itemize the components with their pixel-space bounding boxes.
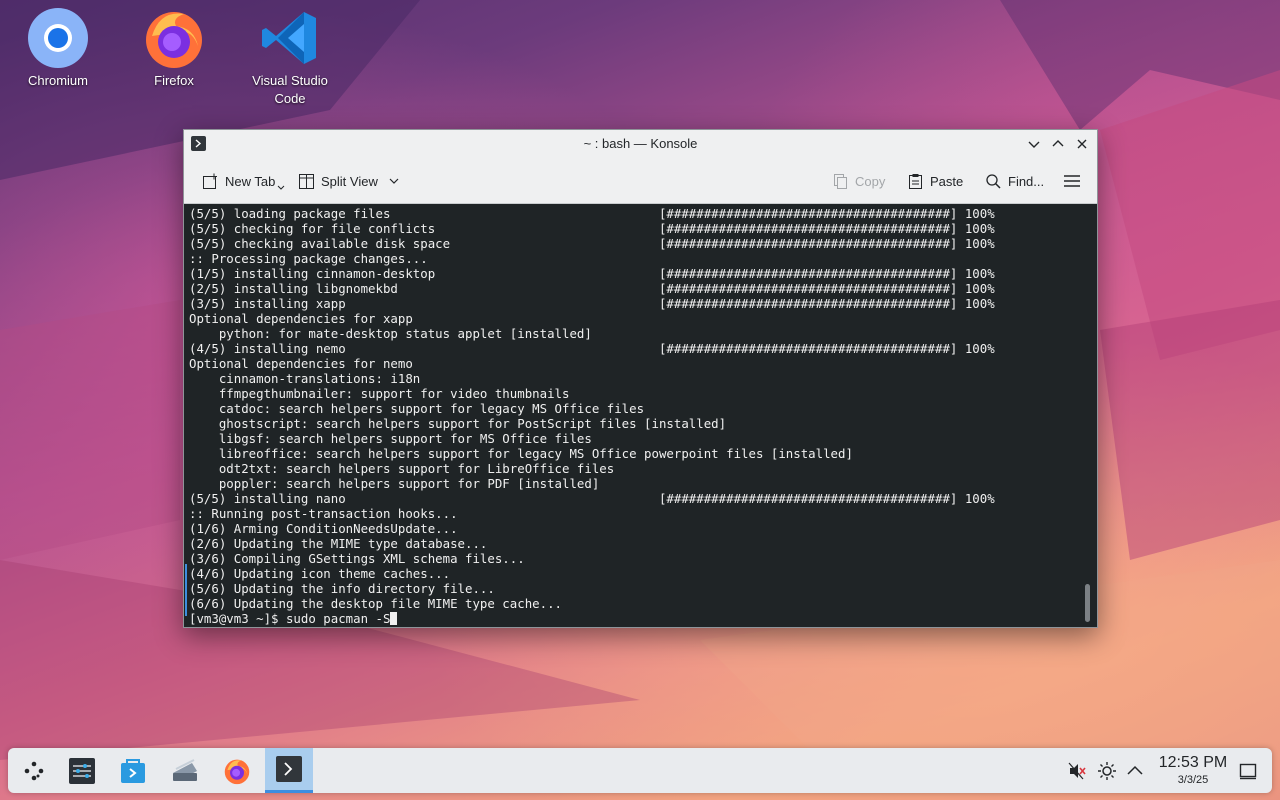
terminal-line: (4/6) Updating icon theme caches... — [189, 566, 451, 581]
discover-store-icon — [121, 758, 145, 783]
terminal-line: poppler: search helpers support for PDF … — [218, 476, 600, 491]
terminal-line: :: Processing package changes... — [189, 251, 428, 266]
taskbar-file-manager[interactable] — [161, 748, 209, 793]
terminal-line: (2/6) Updating the MIME type database... — [189, 536, 488, 551]
hamburger-menu-icon — [1064, 175, 1080, 187]
split-view-button[interactable]: Split View — [298, 170, 406, 192]
terminal-line: odt2txt: search helpers support for Libr… — [218, 461, 615, 476]
chevron-up-icon — [1052, 140, 1064, 147]
paste-label: Paste — [930, 173, 964, 189]
terminal-line: (5/6) Updating the info directory file..… — [189, 581, 495, 596]
application-launcher[interactable] — [10, 748, 58, 793]
chevron-down-icon — [389, 178, 399, 184]
digital-clock[interactable]: 12:53 PM 3/3/25 — [1152, 754, 1234, 788]
taskbar-system-settings[interactable] — [58, 748, 106, 793]
new-tab-label: New Tab — [225, 173, 276, 189]
terminal-line: (5/5) checking available disk space [###… — [189, 236, 995, 251]
terminal-line: :: Running post-transaction hooks... — [189, 506, 458, 521]
window-title: ~ : bash — Konsole — [583, 136, 698, 151]
terminal-scrollbar[interactable] — [1085, 584, 1090, 622]
terminal-line: (5/5) installing nano [#################… — [189, 491, 995, 506]
terminal-line: libgsf: search helpers support for MS Of… — [218, 431, 592, 446]
find-button[interactable]: Find... — [985, 170, 1044, 192]
chevron-down-icon — [277, 185, 285, 190]
terminal-line: (3/5) installing xapp [#################… — [189, 296, 995, 311]
terminal-view[interactable]: (5/5) loading package files [###########… — [184, 204, 1097, 627]
terminal-output: (5/5) loading package files [###########… — [189, 206, 995, 626]
terminal-line: libreoffice: search helpers support for … — [218, 446, 853, 461]
clock-date: 3/3/25 — [1177, 774, 1209, 786]
hamburger-menu-button[interactable] — [1063, 170, 1087, 192]
terminal-line: Optional dependencies for nemo — [189, 356, 413, 371]
copy-label: Copy — [855, 173, 886, 189]
show-desktop-icon — [1239, 763, 1257, 780]
desktop-icon-label: Firefox — [154, 73, 194, 88]
vscode-icon — [262, 12, 316, 64]
split-view-label: Split View — [321, 173, 378, 189]
terminal-line: (5/5) checking for file conflicts [#####… — [189, 221, 995, 236]
terminal-prompt: [vm3@vm3 ~]$ sudo pacman -S — [189, 611, 391, 626]
firefox-icon — [146, 12, 202, 68]
volume-muted-icon — [1068, 762, 1086, 780]
terminal-line: (6/6) Updating the desktop file MIME typ… — [189, 596, 562, 611]
chevron-up-icon — [1127, 765, 1143, 775]
terminal-line: ghostscript: search helpers support for … — [218, 416, 727, 431]
selection-marker — [185, 564, 187, 616]
copy-button[interactable]: Copy — [832, 170, 885, 192]
desktop-icon-label: Visual Studio Code — [252, 73, 328, 106]
show-desktop-button[interactable] — [1238, 761, 1258, 781]
paste-icon — [909, 173, 922, 189]
desktop-icon-chromium[interactable]: Chromium — [13, 0, 103, 90]
taskbar-konsole[interactable] — [265, 748, 313, 793]
konsole-icon — [276, 756, 302, 782]
scanner-icon — [173, 758, 197, 781]
clock-time: 12:53 PM — [1158, 754, 1228, 771]
terminal-line: (5/5) loading package files [###########… — [189, 206, 995, 221]
terminal-line: (1/5) installing cinnamon-desktop [#####… — [189, 266, 995, 281]
terminal-line: (1/6) Arming ConditionNeedsUpdate... — [189, 521, 458, 536]
toolbar: New Tab Split View Copy Paste Find... — [184, 158, 1097, 204]
tray-expander-button[interactable] — [1125, 761, 1145, 781]
desktop-icon-firefox[interactable]: Firefox — [129, 0, 219, 90]
chromium-icon — [28, 8, 88, 68]
desktop-icon-label: Chromium — [28, 73, 88, 88]
split-view-icon — [299, 173, 314, 189]
firefox-icon — [224, 759, 250, 784]
taskbar: 12:53 PM 3/3/25 — [8, 748, 1272, 793]
search-icon — [986, 173, 1001, 189]
terminal-line: catdoc: search helpers support for legac… — [218, 401, 645, 416]
title-bar[interactable]: ~ : bash — Konsole — [184, 130, 1097, 158]
brightness-icon — [1098, 762, 1116, 780]
new-tab-icon — [203, 173, 217, 189]
terminal-line: Optional dependencies for xapp — [189, 311, 413, 326]
terminal-line: (2/5) installing libgnomekbd [##########… — [189, 281, 995, 296]
text-cursor — [390, 612, 398, 625]
copy-icon — [834, 173, 847, 189]
close-button[interactable] — [1073, 135, 1091, 153]
terminal-lines: (5/5) loading package files [###########… — [189, 206, 995, 611]
taskbar-firefox[interactable] — [213, 748, 261, 793]
close-icon — [1077, 139, 1087, 149]
launcher-icon — [24, 761, 44, 780]
terminal-line: ffmpegthumbnailer: support for video thu… — [218, 386, 570, 401]
find-label: Find... — [1008, 173, 1045, 189]
maximize-button[interactable] — [1049, 135, 1067, 153]
terminal-line: (4/5) installing nemo [#################… — [189, 341, 995, 356]
terminal-line: python: for mate-desktop status applet [… — [218, 326, 592, 341]
minimize-button[interactable] — [1025, 135, 1043, 153]
new-tab-button[interactable]: New Tab — [202, 170, 285, 192]
konsole-window[interactable]: ~ : bash — Konsole New Tab Split View Co… — [183, 129, 1098, 628]
volume-muted-button[interactable] — [1067, 761, 1087, 781]
terminal-line: cinnamon-translations: i18n — [218, 371, 421, 386]
taskbar-discover[interactable] — [109, 748, 157, 793]
system-settings-icon — [69, 757, 95, 784]
terminal-line: (3/6) Compiling GSettings XML schema fil… — [189, 551, 525, 566]
brightness-button[interactable] — [1097, 761, 1117, 781]
paste-button[interactable]: Paste — [907, 170, 963, 192]
desktop-icon-vscode[interactable]: Visual Studio Code — [245, 0, 335, 108]
chevron-down-icon — [1028, 141, 1040, 148]
